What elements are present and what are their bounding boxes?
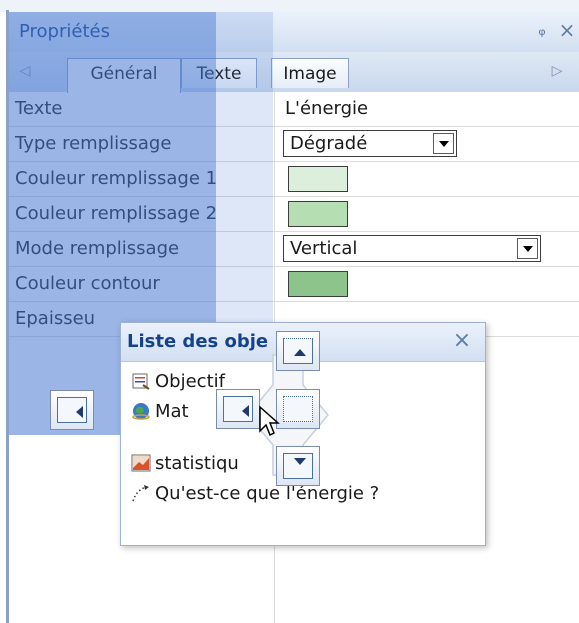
- properties-panel: Propriétés ᵩ × ◁ Général Texte Image ▷ T…: [0, 0, 579, 623]
- close-icon[interactable]: ×: [557, 18, 577, 42]
- dock-left-inner-target[interactable]: [216, 389, 260, 429]
- outline-color-swatch[interactable]: [288, 271, 348, 297]
- fill-mode-value: Vertical: [290, 238, 358, 259]
- arrow-left-icon: [76, 406, 83, 418]
- dock-window-icon: [283, 338, 313, 364]
- dock-window-icon: [57, 397, 87, 423]
- fill-type-select[interactable]: Dégradé: [283, 130, 457, 157]
- top-strip: [0, 0, 579, 12]
- dotted-arrow-icon: [132, 485, 149, 502]
- list-item[interactable]: Objectif: [131, 367, 225, 397]
- arrow-up-icon: [294, 349, 306, 356]
- dock-left-target[interactable]: [50, 390, 94, 430]
- dock-bottom-target[interactable]: [276, 446, 320, 486]
- dock-top-target[interactable]: [276, 331, 320, 371]
- text-value[interactable]: L'énergie: [285, 98, 368, 119]
- dock-window-icon: [283, 453, 313, 479]
- chevron-down-icon[interactable]: [433, 133, 454, 154]
- globe-icon: [132, 403, 150, 420]
- list-item[interactable]: Mat: [131, 397, 189, 427]
- arrow-left-icon: [242, 405, 249, 417]
- tab-image-label: Image: [283, 64, 337, 84]
- pin-icon[interactable]: ᵩ: [532, 18, 552, 42]
- tab-scroll-right-icon[interactable]: ▷: [547, 60, 567, 82]
- dock-window-icon: [223, 396, 253, 422]
- mouse-cursor-icon: [259, 405, 280, 437]
- arrow-down-icon: [294, 458, 306, 465]
- fill-mode-select[interactable]: Vertical: [283, 235, 541, 262]
- dock-tabbed-icon: [283, 396, 313, 422]
- tab-image[interactable]: Image: [271, 58, 349, 88]
- list-item-label: Mat: [155, 401, 189, 422]
- fill-color-1-swatch[interactable]: [288, 166, 348, 192]
- fill-color-2-swatch[interactable]: [288, 201, 348, 227]
- chevron-down-icon[interactable]: [517, 238, 538, 259]
- chart-icon: [131, 454, 151, 472]
- objective-icon: [132, 373, 150, 390]
- close-icon[interactable]: ×: [451, 329, 473, 353]
- list-item-label: Qu'est-ce que l'énergie ?: [155, 483, 380, 504]
- list-item-label: Objectif: [155, 371, 225, 392]
- fill-type-value: Dégradé: [290, 133, 368, 154]
